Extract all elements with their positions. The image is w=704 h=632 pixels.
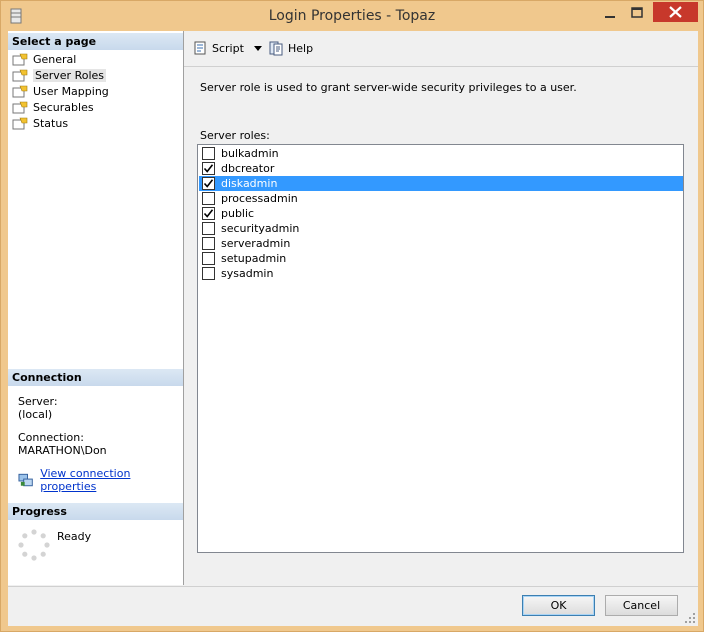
checkmark-icon (203, 164, 214, 173)
sidebar-item-label: Securables (33, 100, 94, 114)
role-checkbox[interactable] (202, 222, 215, 235)
title-bar[interactable]: Login Properties - Topaz (1, 1, 703, 31)
sidebar-item-label: Server Roles (33, 68, 107, 82)
role-row-sysadmin[interactable]: sysadmin (199, 266, 683, 281)
sidebar-item-status[interactable]: Status (12, 115, 68, 131)
role-name: public (221, 207, 255, 220)
page-icon (12, 53, 28, 66)
script-icon (194, 41, 206, 55)
maximize-icon[interactable] (627, 5, 647, 23)
select-page-header: Select a page (8, 33, 183, 50)
sidebar-item-label: User Mapping (33, 84, 109, 98)
script-label: Script (212, 41, 244, 55)
role-checkbox[interactable] (202, 147, 215, 160)
sidebar-item-general[interactable]: General (12, 51, 76, 67)
role-row-setupadmin[interactable]: setupadmin (199, 251, 683, 266)
progress-spinner-icon (18, 529, 50, 561)
connection-value: MARATHON\Don (18, 444, 107, 457)
progress-header: Progress (8, 503, 183, 520)
role-name: serveradmin (221, 237, 291, 250)
role-row-public[interactable]: public (199, 206, 683, 221)
dialog-footer: OK Cancel (8, 586, 698, 626)
script-dropdown-icon[interactable] (254, 46, 262, 51)
sidebar-item-user-mapping[interactable]: User Mapping (12, 83, 109, 99)
connection-header: Connection (8, 369, 183, 386)
help-button[interactable]: Help (268, 40, 313, 56)
role-name: dbcreator (221, 162, 275, 175)
left-pane: Select a page General Server Roles User … (8, 31, 184, 585)
server-roles-page: Server role is used to grant server-wide… (184, 68, 698, 585)
role-checkbox[interactable] (202, 192, 215, 205)
sidebar-item-label: General (33, 52, 77, 66)
checkmark-icon (203, 209, 214, 218)
sidebar-item-server-roles[interactable]: Server Roles (12, 67, 107, 83)
right-pane: Script Help Server role is used to grant… (184, 31, 698, 585)
dialog-window: Login Properties - Topaz Select a page G… (0, 0, 704, 632)
help-icon (269, 41, 283, 56)
sidebar-item-securables[interactable]: Securables (12, 99, 94, 115)
role-name: diskadmin (221, 177, 278, 190)
view-connection-properties-link[interactable]: View connection properties (18, 467, 183, 493)
role-name: setupadmin (221, 252, 287, 265)
page-icon (12, 85, 28, 98)
view-connection-properties-label: View connection properties (40, 467, 131, 493)
role-checkbox[interactable] (202, 207, 215, 220)
minimize-icon[interactable] (600, 5, 620, 23)
window-title: Login Properties - Topaz (268, 8, 436, 24)
role-row-serveradmin[interactable]: serveradmin (199, 236, 683, 251)
role-row-diskadmin[interactable]: diskadmin (199, 176, 683, 191)
role-checkbox[interactable] (202, 252, 215, 265)
role-checkbox[interactable] (202, 267, 215, 280)
page-icon (12, 101, 28, 114)
role-row-dbcreator[interactable]: dbcreator (199, 161, 683, 176)
role-row-processadmin[interactable]: processadmin (199, 191, 683, 206)
role-name: bulkadmin (221, 147, 279, 160)
script-button[interactable]: Script (192, 40, 244, 56)
role-checkbox[interactable] (202, 237, 215, 250)
connection-properties-icon (18, 473, 33, 486)
toolbar: Script Help (184, 31, 698, 67)
connection-label: Connection: (18, 431, 84, 444)
dialog-client: Select a page General Server Roles User … (8, 31, 698, 626)
close-icon (669, 6, 682, 18)
role-row-bulkadmin[interactable]: bulkadmin (199, 146, 683, 161)
page-icon (12, 117, 28, 130)
role-name: sysadmin (221, 267, 274, 280)
role-name: processadmin (221, 192, 298, 205)
sidebar-item-label: Status (33, 116, 69, 130)
server-roles-label: Server roles: (200, 129, 270, 142)
server-label: Server: (18, 395, 58, 408)
help-label: Help (288, 41, 314, 55)
role-checkbox[interactable] (202, 177, 215, 190)
role-row-securityadmin[interactable]: securityadmin (199, 221, 683, 236)
resize-grip-icon[interactable] (684, 612, 696, 624)
close-button[interactable] (653, 2, 698, 22)
page-icon (12, 69, 28, 82)
role-checkbox[interactable] (202, 162, 215, 175)
ok-button[interactable]: OK (522, 595, 595, 616)
cancel-button[interactable]: Cancel (605, 595, 678, 616)
checkmark-icon (203, 179, 214, 188)
progress-status: Ready (57, 530, 92, 543)
server-roles-list[interactable]: bulkadmin dbcreator diskadmin processadm… (197, 144, 684, 553)
role-name: securityadmin (221, 222, 300, 235)
server-value: (local) (18, 408, 53, 421)
page-description: Server role is used to grant server-wide… (200, 81, 577, 94)
